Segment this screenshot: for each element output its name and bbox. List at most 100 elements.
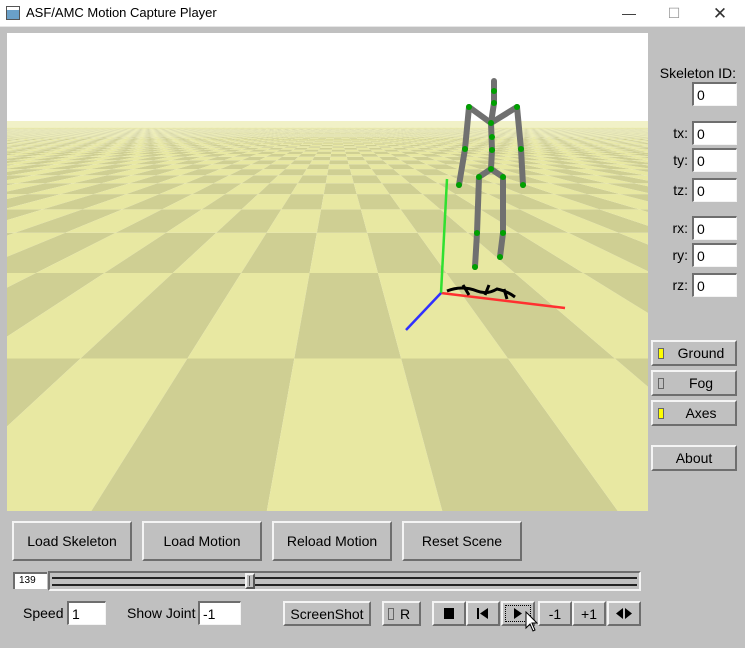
close-icon: ✕ xyxy=(712,4,728,23)
scene-canvas xyxy=(7,33,648,511)
ground-tile xyxy=(306,147,321,150)
ground-tile xyxy=(303,149,319,152)
ground-tile xyxy=(360,135,369,137)
ground-tile xyxy=(334,135,341,136)
ground-tile xyxy=(317,138,326,140)
ground-tile xyxy=(351,140,361,142)
ground-tile xyxy=(312,142,324,144)
ground-tile xyxy=(347,135,355,136)
ground-tile xyxy=(302,169,329,176)
ground-tile xyxy=(309,138,319,139)
ground-tile xyxy=(342,142,354,144)
ground-tile xyxy=(328,134,335,136)
ground-tile xyxy=(319,147,333,150)
ground-tile xyxy=(333,141,343,143)
ground-plane xyxy=(7,121,648,511)
ground-tile xyxy=(356,147,371,150)
ground-tile xyxy=(317,138,327,139)
ground-tile xyxy=(356,137,365,138)
close-button[interactable]: ✕ xyxy=(697,0,743,27)
maximize-button[interactable]: ☐ xyxy=(651,0,697,27)
ground-tile xyxy=(341,137,350,138)
ground-tile xyxy=(342,140,352,142)
ground-tile xyxy=(307,135,316,136)
ground-tile xyxy=(359,134,367,136)
ground-tile xyxy=(324,139,334,141)
ground-tile xyxy=(303,137,312,138)
ground-tile xyxy=(353,135,361,136)
ground-tile xyxy=(340,135,348,136)
ground-tile xyxy=(325,175,354,184)
ground-tile xyxy=(308,146,322,148)
ground-tile xyxy=(332,144,344,147)
ground-tile xyxy=(367,135,376,137)
ground-tile xyxy=(331,151,346,154)
minimize-button[interactable]: — xyxy=(606,0,652,27)
ground-tile xyxy=(326,136,335,138)
ground-tile xyxy=(365,134,373,136)
ground-tile xyxy=(356,138,366,139)
ground-tile xyxy=(308,138,318,140)
ground-tile xyxy=(333,138,342,140)
ground-tile xyxy=(367,139,378,141)
ground-tile xyxy=(348,137,357,138)
ground-tile xyxy=(304,141,316,143)
ground-tile xyxy=(297,175,328,184)
ground-tile xyxy=(346,156,366,161)
title-bar: ASF/AMC Motion Capture Player — ☐ ✕ xyxy=(0,0,745,27)
ground-tile xyxy=(360,141,372,143)
ground-tile xyxy=(326,137,335,138)
ground-tile xyxy=(311,143,323,145)
ground-tile xyxy=(332,146,345,148)
ground-tile xyxy=(333,139,343,141)
ground-tile xyxy=(334,134,341,136)
ground-tile xyxy=(329,160,349,165)
ground-tile xyxy=(360,135,368,136)
sky xyxy=(7,33,648,123)
ground-tile xyxy=(296,134,304,136)
ground-tile xyxy=(305,140,317,142)
ground-tile xyxy=(302,134,310,136)
ground-tile xyxy=(362,136,371,138)
ground-tile xyxy=(332,143,344,145)
ground-tile xyxy=(309,144,322,147)
ground-tile xyxy=(316,151,332,154)
ground-tile xyxy=(308,134,316,136)
ground-tile xyxy=(334,136,342,137)
ground-tile xyxy=(298,154,317,157)
ground-tile xyxy=(355,136,364,138)
ground-tile xyxy=(358,139,369,141)
ground-tile xyxy=(341,138,351,140)
ground-tile xyxy=(298,139,309,141)
ground-tile xyxy=(319,136,328,138)
ground-tile xyxy=(354,144,367,147)
ground-tile xyxy=(341,138,350,139)
ground-tile xyxy=(327,169,352,176)
ground-tile xyxy=(320,135,328,137)
ground-tile xyxy=(342,139,351,141)
ground-tile xyxy=(345,154,363,157)
ground-tile xyxy=(344,149,360,152)
ground-tile xyxy=(301,151,318,154)
ground-tile xyxy=(296,140,308,142)
ground-tile xyxy=(333,140,343,142)
ground-tile xyxy=(322,143,333,145)
ground-tile xyxy=(342,141,353,143)
3d-viewport[interactable] xyxy=(7,33,648,511)
ground-tile xyxy=(312,136,321,137)
ground-tile xyxy=(297,136,306,138)
ground-tile xyxy=(306,135,315,137)
ground-tile xyxy=(323,183,357,195)
ground-tile xyxy=(330,154,347,157)
ground-tile xyxy=(307,139,317,141)
ground-tile xyxy=(352,142,364,144)
ground-tile xyxy=(365,138,376,140)
ground-tile xyxy=(334,136,342,138)
ground-tile xyxy=(357,138,367,140)
ground-tile xyxy=(321,134,329,136)
ground-tile xyxy=(316,209,368,233)
ground-tile xyxy=(312,156,331,161)
ground-tile xyxy=(296,146,310,148)
ground-tile xyxy=(354,136,363,137)
ground-tile xyxy=(355,146,369,148)
